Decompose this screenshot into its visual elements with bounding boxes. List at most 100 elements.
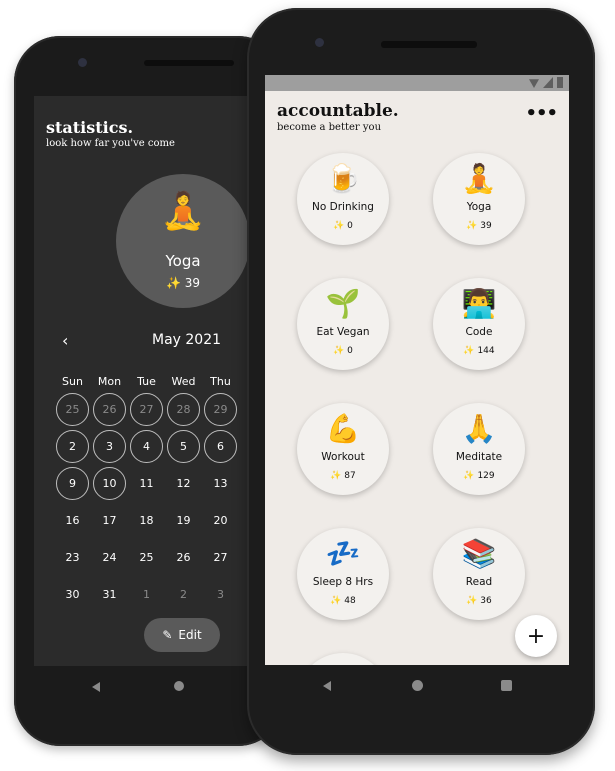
recents-nav-icon[interactable] bbox=[501, 680, 512, 691]
calendar-day[interactable]: 28 bbox=[167, 393, 200, 426]
calendar-day[interactable]: 12 bbox=[165, 465, 202, 502]
calendar-day[interactable]: 29 bbox=[204, 393, 237, 426]
habit-name: Read bbox=[465, 576, 493, 588]
page-subtitle: look how far you've come bbox=[46, 138, 175, 149]
habit-name: Workout bbox=[321, 451, 365, 463]
habit-name: Yoga bbox=[466, 201, 492, 213]
android-nav-bar bbox=[14, 676, 284, 696]
folded-hands-icon: 🙏 bbox=[461, 412, 497, 445]
earpiece-speaker bbox=[381, 41, 477, 48]
calendar-day[interactable]: 26 bbox=[93, 393, 126, 426]
calendar-day[interactable]: 24 bbox=[91, 539, 128, 576]
habit-card-read[interactable]: 📚 Read ✨ 36 bbox=[433, 528, 525, 620]
flexed-biceps-icon: 💪 bbox=[325, 412, 361, 445]
habit-name: No Drinking bbox=[312, 201, 374, 213]
habit-name: Eat Vegan bbox=[316, 326, 370, 338]
more-options-icon[interactable]: ••• bbox=[525, 103, 558, 124]
weekday-label: Sun bbox=[62, 374, 83, 388]
weekday-label: Mon bbox=[97, 374, 122, 388]
home-nav-icon[interactable] bbox=[412, 680, 423, 691]
calendar-day[interactable]: 4 bbox=[130, 430, 163, 463]
habit-name: Sleep 8 Hrs bbox=[312, 576, 374, 588]
calendar-day[interactable]: 3 bbox=[202, 576, 239, 613]
habit-card-partial[interactable] bbox=[297, 653, 389, 665]
home-nav-icon[interactable] bbox=[174, 681, 184, 691]
add-habit-button[interactable]: + bbox=[515, 615, 557, 657]
page-title: statistics. bbox=[46, 118, 134, 137]
calendar-day[interactable]: 9 bbox=[56, 467, 89, 500]
phone-accountable: accountable. become a better you ••• 🍺 N… bbox=[247, 8, 595, 755]
habit-count: ✨ 39 bbox=[466, 221, 492, 231]
back-nav-icon[interactable] bbox=[92, 682, 100, 692]
wifi-icon bbox=[529, 79, 539, 88]
app-title: accountable. bbox=[277, 101, 399, 121]
seedling-icon: 🌱 bbox=[325, 287, 361, 320]
habit-card-sleep[interactable]: 💤 Sleep 8 Hrs ✨ 48 bbox=[297, 528, 389, 620]
calendar-day[interactable]: 10 bbox=[93, 467, 126, 500]
calendar-day[interactable]: 2 bbox=[165, 576, 202, 613]
habit-card-workout[interactable]: 💪 Workout ✨ 87 bbox=[297, 403, 389, 495]
back-nav-icon[interactable] bbox=[323, 681, 331, 691]
earpiece-speaker bbox=[144, 60, 234, 66]
calendar-day[interactable]: 17 bbox=[91, 502, 128, 539]
calendar-day[interactable]: 20 bbox=[202, 502, 239, 539]
status-icons bbox=[529, 77, 563, 88]
selected-habit-count: ✨ 39 bbox=[165, 276, 201, 290]
calendar-day[interactable]: 6 bbox=[204, 430, 237, 463]
habit-name: Code bbox=[465, 326, 493, 338]
yoga-icon: 🧘 bbox=[461, 162, 497, 195]
habit-count: ✨ 144 bbox=[463, 346, 495, 356]
weekday-label: Thu bbox=[210, 374, 231, 388]
habit-count: ✨ 36 bbox=[466, 596, 492, 606]
previous-month-chevron-icon[interactable]: ‹ bbox=[62, 331, 68, 350]
beer-mug-icon: 🍺 bbox=[325, 162, 361, 195]
front-camera bbox=[78, 58, 87, 67]
calendar-day[interactable]: 18 bbox=[128, 502, 165, 539]
battery-icon bbox=[557, 77, 563, 88]
calendar-day[interactable]: 1 bbox=[128, 576, 165, 613]
calendar-day[interactable]: 31 bbox=[91, 576, 128, 613]
habit-card-code[interactable]: 👨‍💻 Code ✨ 144 bbox=[433, 278, 525, 370]
books-icon: 📚 bbox=[461, 537, 497, 570]
habit-name: Meditate bbox=[455, 451, 503, 463]
weekday-label: Wed bbox=[171, 374, 196, 388]
phone-statistics: statistics. look how far you've come 🧘 Y… bbox=[14, 36, 284, 746]
calendar-day[interactable]: 5 bbox=[167, 430, 200, 463]
calendar-day[interactable]: 25 bbox=[56, 393, 89, 426]
signal-icon bbox=[543, 77, 553, 88]
habit-card-meditate[interactable]: 🙏 Meditate ✨ 129 bbox=[433, 403, 525, 495]
habit-card-yoga[interactable]: 🧘 Yoga ✨ 39 bbox=[433, 153, 525, 245]
habits-screen: accountable. become a better you ••• 🍺 N… bbox=[265, 75, 569, 665]
app-subtitle: become a better you bbox=[277, 122, 382, 133]
habit-count: ✨ 129 bbox=[463, 471, 495, 481]
habit-count: ✨ 0 bbox=[333, 221, 353, 231]
front-camera bbox=[315, 38, 324, 47]
calendar-day[interactable]: 27 bbox=[130, 393, 163, 426]
selected-habit-card: 🧘 Yoga ✨ 39 bbox=[116, 174, 250, 308]
calendar-day[interactable]: 25 bbox=[128, 539, 165, 576]
technologist-icon: 👨‍💻 bbox=[461, 287, 497, 320]
pencil-icon: ✎ bbox=[162, 628, 173, 642]
calendar-day[interactable]: 19 bbox=[165, 502, 202, 539]
edit-button[interactable]: ✎ Edit bbox=[144, 618, 220, 652]
calendar-day[interactable]: 16 bbox=[54, 502, 91, 539]
calendar-day[interactable]: 30 bbox=[54, 576, 91, 613]
calendar-day[interactable]: 13 bbox=[202, 465, 239, 502]
weekday-label: Tue bbox=[137, 374, 156, 388]
calendar-day[interactable]: 26 bbox=[165, 539, 202, 576]
calendar-day[interactable]: 3 bbox=[93, 430, 126, 463]
calendar-month-label: May 2021 bbox=[152, 332, 222, 348]
habit-card-no-drinking[interactable]: 🍺 No Drinking ✨ 0 bbox=[297, 153, 389, 245]
edit-button-label: Edit bbox=[178, 628, 202, 642]
calendar-day[interactable]: 11 bbox=[128, 465, 165, 502]
zzz-icon: 💤 bbox=[325, 537, 361, 570]
selected-habit-name: Yoga bbox=[165, 252, 201, 270]
calendar-day[interactable]: 27 bbox=[202, 539, 239, 576]
habit-count: ✨ 48 bbox=[330, 596, 356, 606]
habit-count: ✨ 0 bbox=[333, 346, 353, 356]
yoga-icon: 🧘 bbox=[160, 191, 206, 232]
android-nav-bar bbox=[247, 676, 595, 696]
calendar-day[interactable]: 2 bbox=[56, 430, 89, 463]
calendar-day[interactable]: 23 bbox=[54, 539, 91, 576]
habit-card-eat-vegan[interactable]: 🌱 Eat Vegan ✨ 0 bbox=[297, 278, 389, 370]
